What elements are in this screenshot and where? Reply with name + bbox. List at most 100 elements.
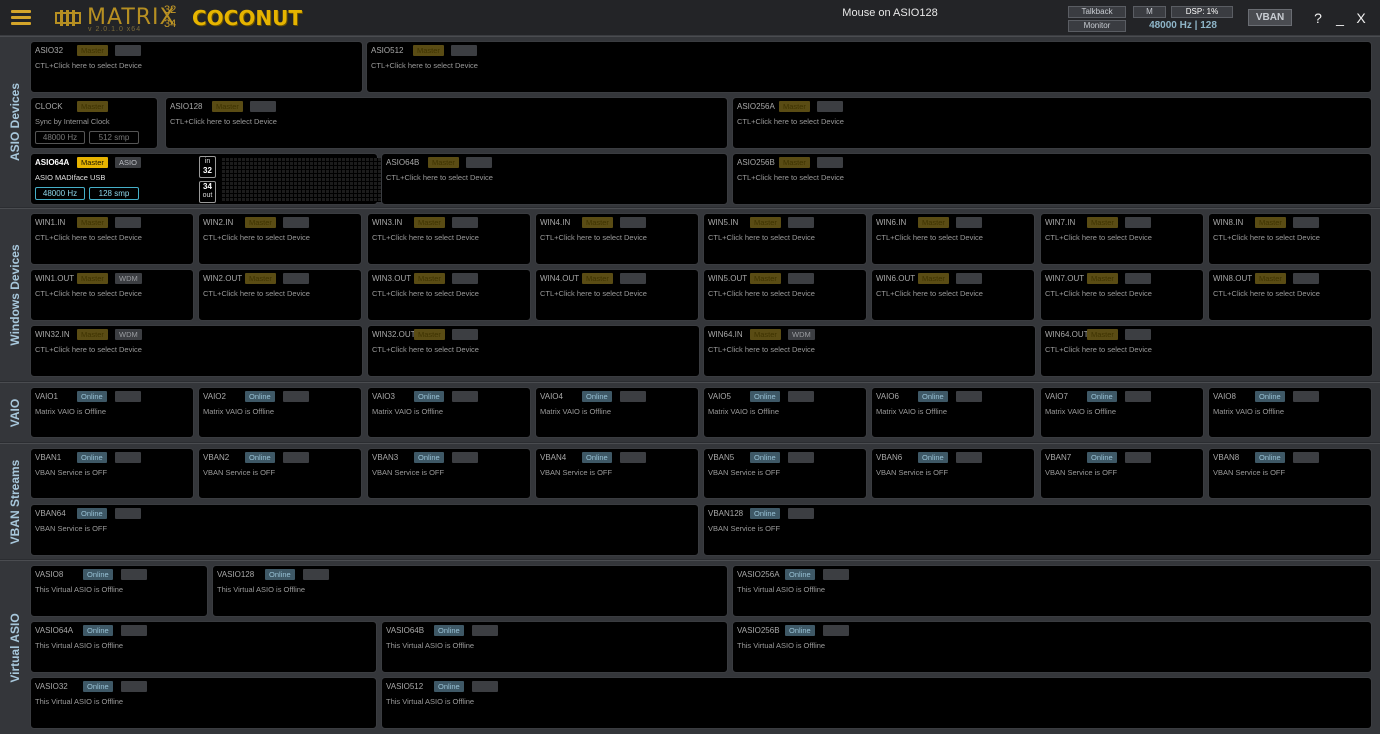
windows-slot-win64-out[interactable]: WIN64.OUT Master CTL+Click here to select … [1040, 325, 1373, 377]
windows-slot-win7-out[interactable]: WIN7.OUT Master CTL+Click here to select D… [1040, 269, 1204, 321]
section-label-windows: Windows Devices [8, 244, 22, 346]
vaio-slot-vaio3[interactable]: VAIO3 Online Matrix VAIO is Offline [367, 387, 531, 438]
type-badge [788, 452, 814, 463]
windows-slot-win8-out[interactable]: WIN8.OUT Master CTL+Click here to select D… [1208, 269, 1372, 321]
vaio-slot-vaio8[interactable]: VAIO8 Online Matrix VAIO is Offline [1208, 387, 1372, 438]
windows-slot-win3-out[interactable]: WIN3.OUT Master CTL+Click here to select D… [367, 269, 531, 321]
vban-slot-vban6[interactable]: VBAN6 Online VBAN Service is OFF [871, 448, 1035, 499]
windows-slot-win6-out[interactable]: WIN6.OUT Master CTL+Click here to select D… [871, 269, 1035, 321]
vban-button[interactable]: VBAN [1248, 9, 1292, 26]
slot-name: WIN8.IN [1213, 218, 1244, 227]
asio-slot-asio256b[interactable]: ASIO256B Master CTL+Click here to select… [732, 153, 1372, 205]
asio-slot-asio64b[interactable]: ASIO64B Master CTL+Click here to select … [381, 153, 728, 205]
master-badge: Master [918, 273, 949, 284]
windows-slot-win8-in[interactable]: WIN8.IN Master CTL+Click here to select De… [1208, 213, 1372, 265]
type-badge [1293, 452, 1319, 463]
type-badge [817, 101, 843, 112]
slot-description: This Virtual ASIO is Offline [35, 697, 124, 706]
virtual-asio-slot-vasio128[interactable]: VASIO128 Online This Virtual ASIO is Offli… [212, 565, 728, 617]
vaio-slot-vaio7[interactable]: VAIO7 Online Matrix VAIO is Offline [1040, 387, 1204, 438]
vban-slot-vban8[interactable]: VBAN8 Online VBAN Service is OFF [1208, 448, 1372, 499]
asio-slot-asio256a[interactable]: ASIO256A Master CTL+Click here to select… [732, 97, 1372, 149]
slot-name: VASIO512 [386, 682, 424, 691]
slot-description: VBAN Service is OFF [1213, 468, 1286, 477]
menu-icon[interactable] [8, 8, 34, 28]
windows-slot-win6-in[interactable]: WIN6.IN Master CTL+Click here to select De… [871, 213, 1035, 265]
online-badge: Online [245, 452, 275, 463]
windows-slot-win5-in[interactable]: WIN5.IN Master CTL+Click here to select De… [703, 213, 867, 265]
vaio-slot-vaio1[interactable]: VAIO1 Online Matrix VAIO is Offline [30, 387, 194, 438]
virtual-asio-slot-vasio256a[interactable]: VASIO256A Online This Virtual ASIO is Offl… [732, 565, 1372, 617]
master-badge: Master [212, 101, 243, 112]
slot-name: VAIO1 [35, 392, 58, 401]
virtual-asio-slot-vasio8[interactable]: VASIO8 Online This Virtual ASIO is Offline [30, 565, 208, 617]
close-button[interactable]: X [1351, 8, 1371, 28]
virtual-asio-slot-vasio32[interactable]: VASIO32 Online This Virtual ASIO is Offlin… [30, 677, 377, 729]
slot-name: WIN4.IN [540, 218, 571, 227]
vban-slot-vban4[interactable]: VBAN4 Online VBAN Service is OFF [535, 448, 699, 499]
status-message: Mouse on ASIO128 [842, 7, 938, 19]
talkback-button[interactable]: Talkback [1068, 6, 1126, 18]
type-badge [452, 452, 478, 463]
slot-name: VBAN8 [1213, 453, 1240, 462]
windows-slot-win64-in[interactable]: WIN64.IN Master WDM CTL+Click here to selec… [703, 325, 1036, 377]
level-meter-grid [221, 158, 401, 202]
windows-slot-win5-out[interactable]: WIN5.OUT Master CTL+Click here to select D… [703, 269, 867, 321]
section-label-virtual-asio: Virtual ASIO [8, 612, 22, 683]
minimize-button[interactable]: _ [1330, 8, 1350, 28]
asio-slot-clock[interactable]: CLOCK Master Sync by Internal Clock 4800… [30, 97, 158, 149]
windows-slot-win7-in[interactable]: WIN7.IN Master CTL+Click here to select De… [1040, 213, 1204, 265]
asio-slot-asio128[interactable]: ASIO128 Master CTL+Click here to select … [165, 97, 728, 149]
asio-slot-asio512[interactable]: ASIO512 Master CTL+Click here to select … [366, 41, 1372, 93]
vaio-slot-vaio6[interactable]: VAIO6 Online Matrix VAIO is Offline [871, 387, 1035, 438]
vban-slot-vban128[interactable]: VBAN128 Online VBAN Service is OFF [703, 504, 1372, 556]
slot-name: VASIO8 [35, 570, 64, 579]
windows-slot-win1-in[interactable]: WIN1.IN Master CTL+Click here to select De… [30, 213, 194, 265]
windows-slot-win4-out[interactable]: WIN4.OUT Master CTL+Click here to select D… [535, 269, 699, 321]
virtual-asio-slot-vasio256b[interactable]: VASIO256B Online This Virtual ASIO is Offl… [732, 621, 1372, 673]
asio-slot-asio32[interactable]: ASIO32 Master CTL+Click here to select D… [30, 41, 363, 93]
type-badge [620, 273, 646, 284]
vban-slot-vban5[interactable]: VBAN5 Online VBAN Service is OFF [703, 448, 867, 499]
asio64a-samplerate[interactable]: 48000 Hz [35, 187, 85, 200]
windows-slot-win32-out[interactable]: WIN32.OUT Master CTL+Click here to select … [367, 325, 700, 377]
master-badge: Master [414, 329, 445, 340]
master-badge: Master [413, 45, 444, 56]
help-button[interactable]: ? [1308, 8, 1328, 28]
m-button[interactable]: M [1133, 6, 1166, 18]
slot-description: VBAN Service is OFF [203, 468, 276, 477]
master-badge-active[interactable]: Master [77, 157, 108, 168]
dsp-meter: DSP: 1% [1171, 6, 1233, 18]
windows-slot-win1-out[interactable]: WIN1.OUT Master WDM CTL+Click here to selec… [30, 269, 194, 321]
slot-name: VASIO32 [35, 682, 68, 691]
vaio-slot-vaio5[interactable]: VAIO5 Online Matrix VAIO is Offline [703, 387, 867, 438]
type-badge [1293, 391, 1319, 402]
vban-slot-vban64[interactable]: VBAN64 Online VBAN Service is OFF [30, 504, 699, 556]
vban-slot-vban1[interactable]: VBAN1 Online VBAN Service is OFF [30, 448, 194, 499]
clock-samplerate[interactable]: 48000 Hz [35, 131, 85, 144]
vban-slot-vban3[interactable]: VBAN3 Online VBAN Service is OFF [367, 448, 531, 499]
slot-name: VASIO256B [737, 626, 780, 635]
vaio-slot-vaio4[interactable]: VAIO4 Online Matrix VAIO is Offline [535, 387, 699, 438]
virtual-asio-slot-vasio64a[interactable]: VASIO64A Online This Virtual ASIO is Offli… [30, 621, 377, 673]
monitor-button[interactable]: Monitor [1068, 20, 1126, 32]
inputs-count: 32 [164, 4, 177, 16]
asio64a-buffer[interactable]: 128 smp [89, 187, 139, 200]
master-badge: Master [582, 273, 613, 284]
vaio-slot-vaio2[interactable]: VAIO2 Online Matrix VAIO is Offline [198, 387, 362, 438]
type-badge [452, 391, 478, 402]
vban-slot-vban2[interactable]: VBAN2 Online VBAN Service is OFF [198, 448, 362, 499]
windows-slot-win2-in[interactable]: WIN2.IN Master CTL+Click here to select De… [198, 213, 362, 265]
vban-slot-vban7[interactable]: VBAN7 Online VBAN Service is OFF [1040, 448, 1204, 499]
windows-slot-win32-in[interactable]: WIN32.IN Master WDM CTL+Click here to selec… [30, 325, 363, 377]
master-badge: Master [1255, 217, 1286, 228]
clock-buffer[interactable]: 512 smp [89, 131, 139, 144]
virtual-asio-slot-vasio64b[interactable]: VASIO64B Online This Virtual ASIO is Offli… [381, 621, 728, 673]
virtual-asio-slot-vasio512[interactable]: VASIO512 Online This Virtual ASIO is Offli… [381, 677, 1372, 729]
windows-slot-win2-out[interactable]: WIN2.OUT Master CTL+Click here to select D… [198, 269, 362, 321]
slot-description: This Virtual ASIO is Offline [35, 585, 124, 594]
windows-slot-win3-in[interactable]: WIN3.IN Master CTL+Click here to select De… [367, 213, 531, 265]
windows-slot-win4-in[interactable]: WIN4.IN Master CTL+Click here to select De… [535, 213, 699, 265]
asio-slot-asio64a[interactable]: ASIO64A Master ASIO ASIO MADIface USB 48… [30, 153, 401, 205]
master-badge: Master [77, 273, 108, 284]
